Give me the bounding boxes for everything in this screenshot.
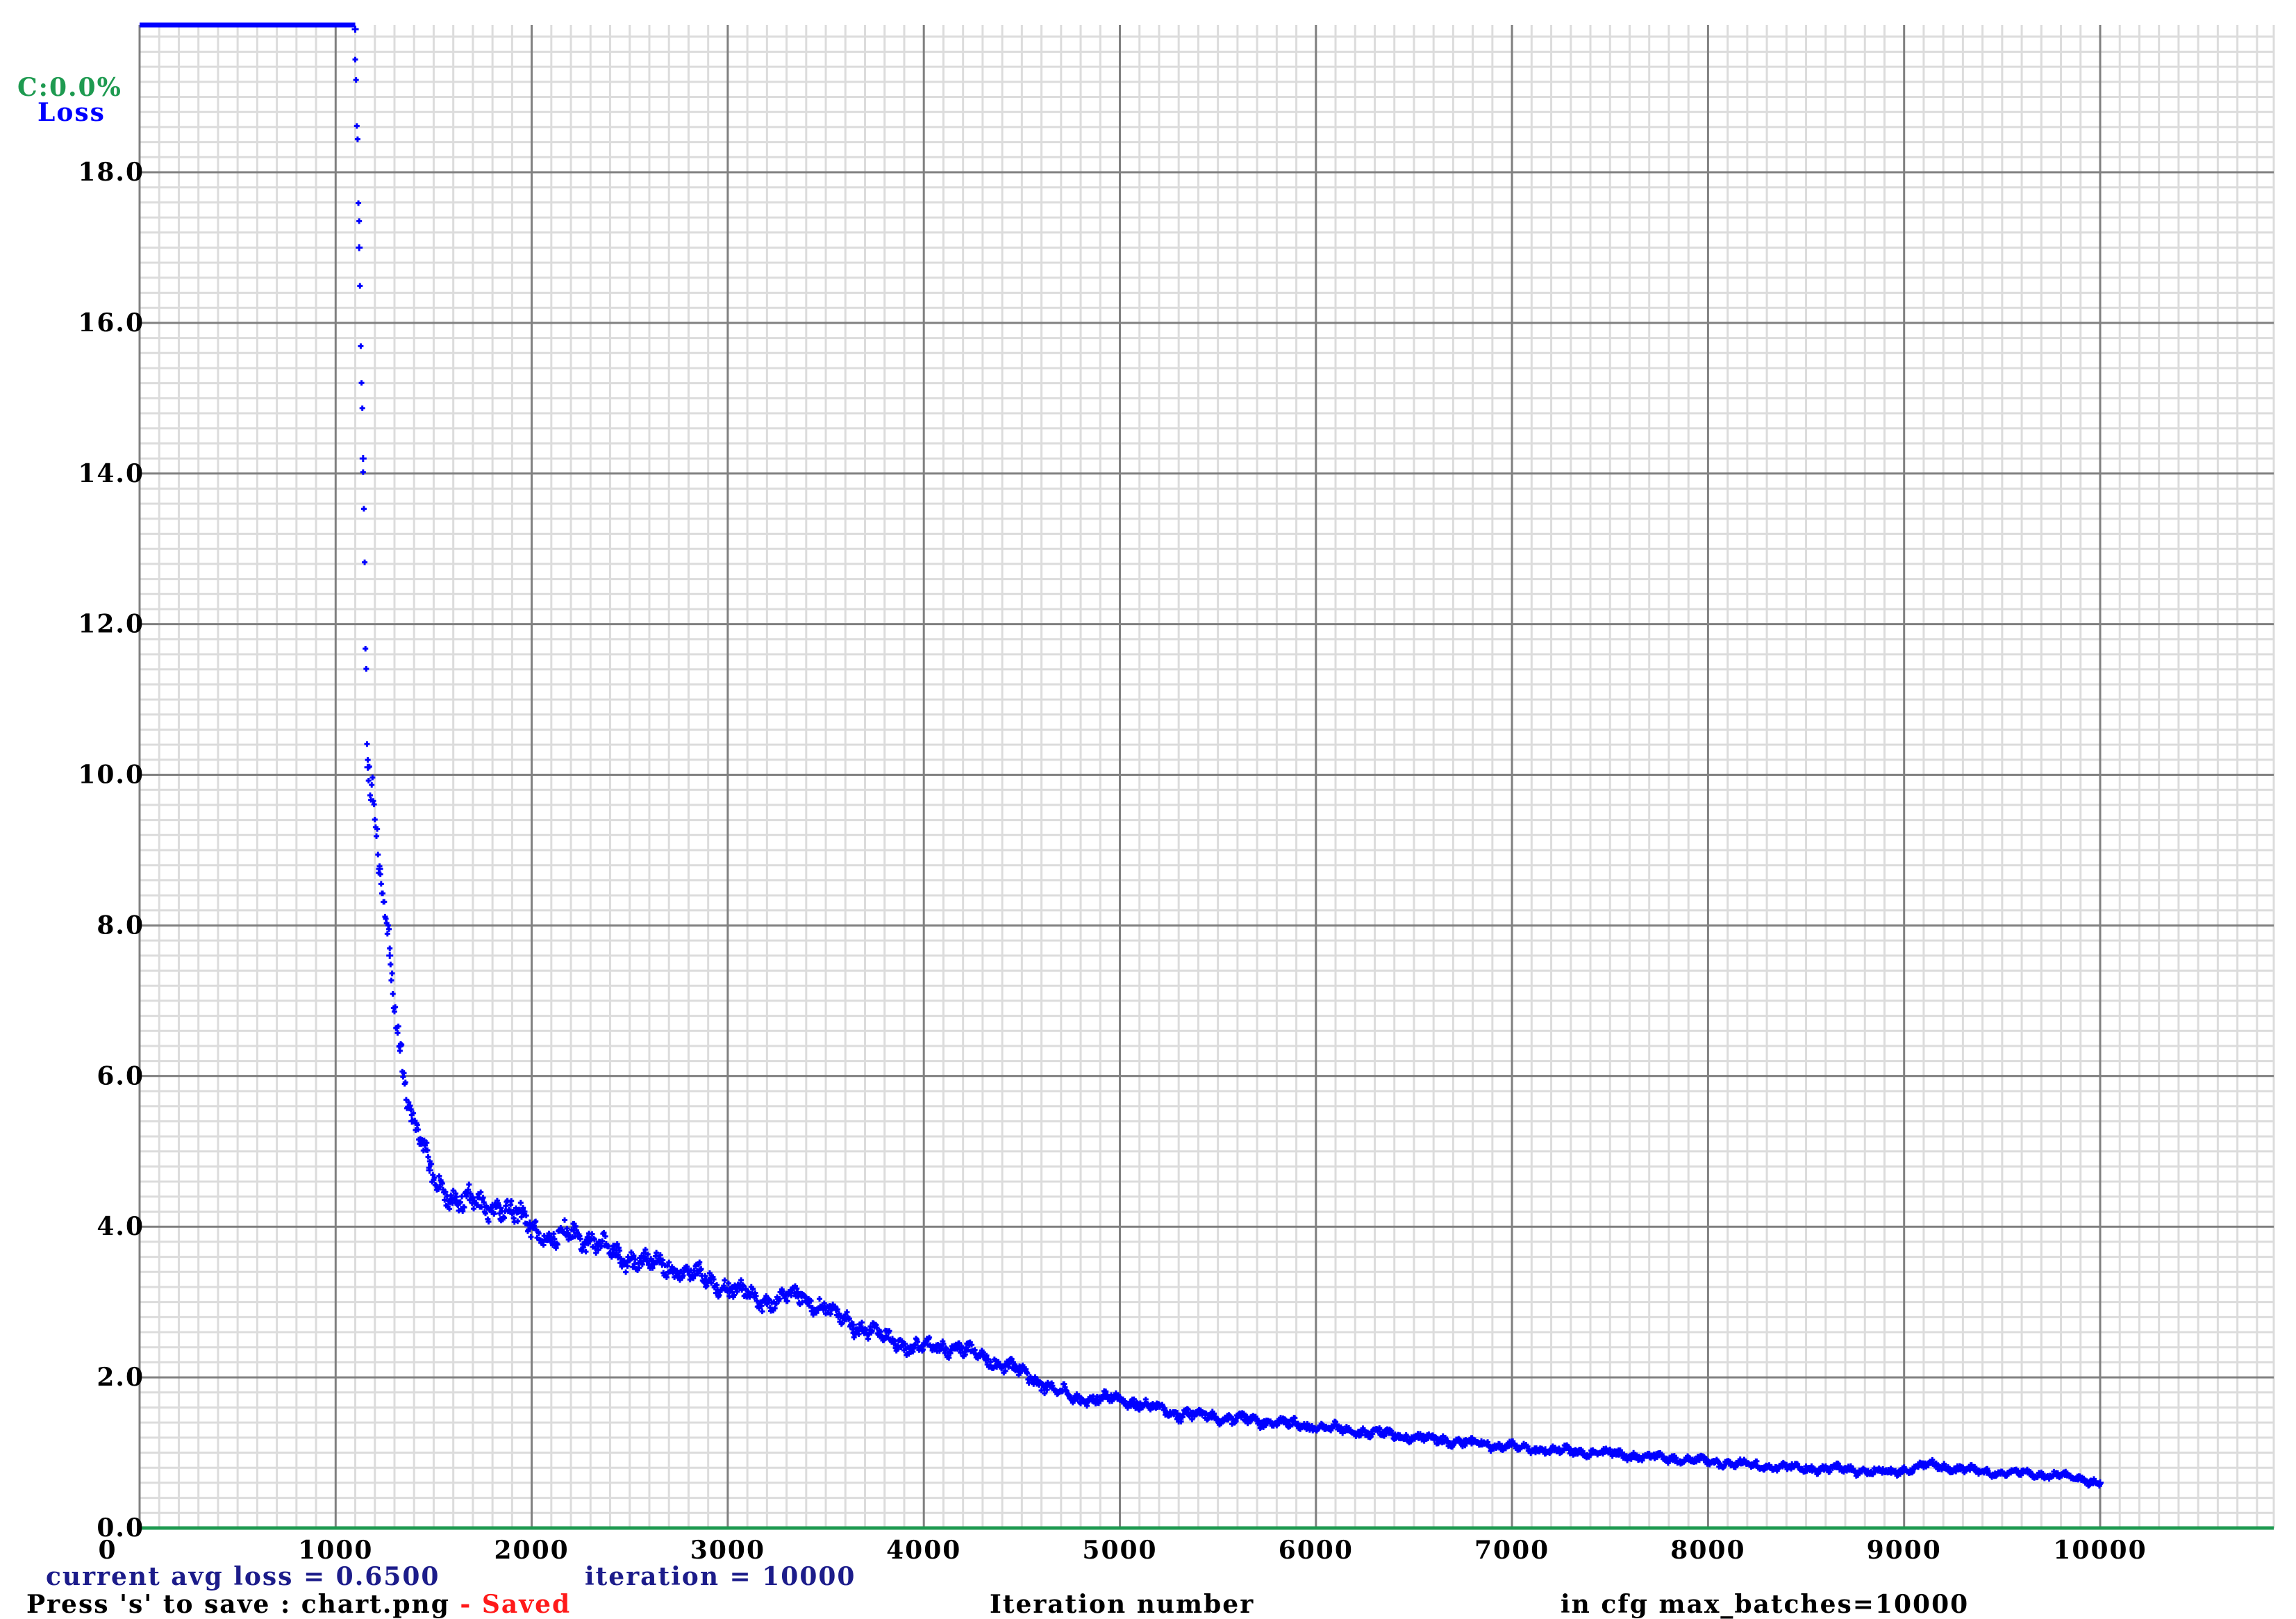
- y-tick-label: 10.0: [78, 761, 144, 790]
- x-tick-label: 10000: [2053, 1536, 2147, 1565]
- y-tick-label: 12.0: [78, 610, 144, 639]
- loss-data-points: [352, 26, 2104, 1486]
- x-tick-label: 9000: [1867, 1536, 1942, 1565]
- x-tick-label: 0: [98, 1536, 117, 1565]
- current-iteration: iteration = 10000: [585, 1562, 856, 1591]
- loss-scatter-cloud: [353, 57, 2103, 1489]
- data-point: [360, 455, 367, 462]
- y-tick-label: 18.0: [78, 158, 144, 187]
- x-tick-label: 2000: [494, 1536, 569, 1565]
- loss-legend: Loss: [38, 98, 106, 127]
- saved-indicator: Saved: [482, 1590, 571, 1619]
- x-tick-label: 4000: [886, 1536, 961, 1565]
- data-point: [386, 952, 393, 959]
- y-tick-label: 6.0: [97, 1061, 144, 1090]
- x-tick-label: 7000: [1474, 1536, 1549, 1565]
- x-tick-label: 1000: [298, 1536, 373, 1565]
- x-tick-label: 8000: [1670, 1536, 1745, 1565]
- x-axis-title: Iteration number: [990, 1590, 1254, 1619]
- save-dash: -: [450, 1590, 482, 1619]
- data-point: [356, 244, 363, 251]
- y-tick-labels: 0.02.04.06.08.010.012.014.016.018.0: [78, 158, 144, 1543]
- x-tick-labels: 0 1000 2000 3000 4000 5000 6000 7000 8000 9000 100…: [98, 1536, 2147, 1565]
- loss-chart: 0.02.04.06.08.010.012.014.016.018.0 0100…: [0, 0, 2296, 1619]
- y-tick-label: 4.0: [97, 1212, 144, 1241]
- current-avg-loss: current avg loss = 0.6500: [46, 1562, 440, 1591]
- max-batches-info: in cfg max_batches=10000: [1561, 1590, 1969, 1619]
- x-tick-label: 3000: [690, 1536, 765, 1565]
- grid-minor: [140, 25, 2274, 1528]
- x-tick-label: 5000: [1082, 1536, 1157, 1565]
- y-tick-label: 8.0: [97, 911, 144, 940]
- save-status: Press 's' to save : chart.png - Saved: [26, 1590, 571, 1619]
- save-hint: Press 's' to save : chart.png: [26, 1590, 450, 1619]
- y-tick-label: 14.0: [78, 459, 144, 488]
- y-tick-label: 16.0: [78, 308, 144, 338]
- y-tick-label: 2.0: [97, 1363, 144, 1392]
- x-tick-label: 6000: [1279, 1536, 1354, 1565]
